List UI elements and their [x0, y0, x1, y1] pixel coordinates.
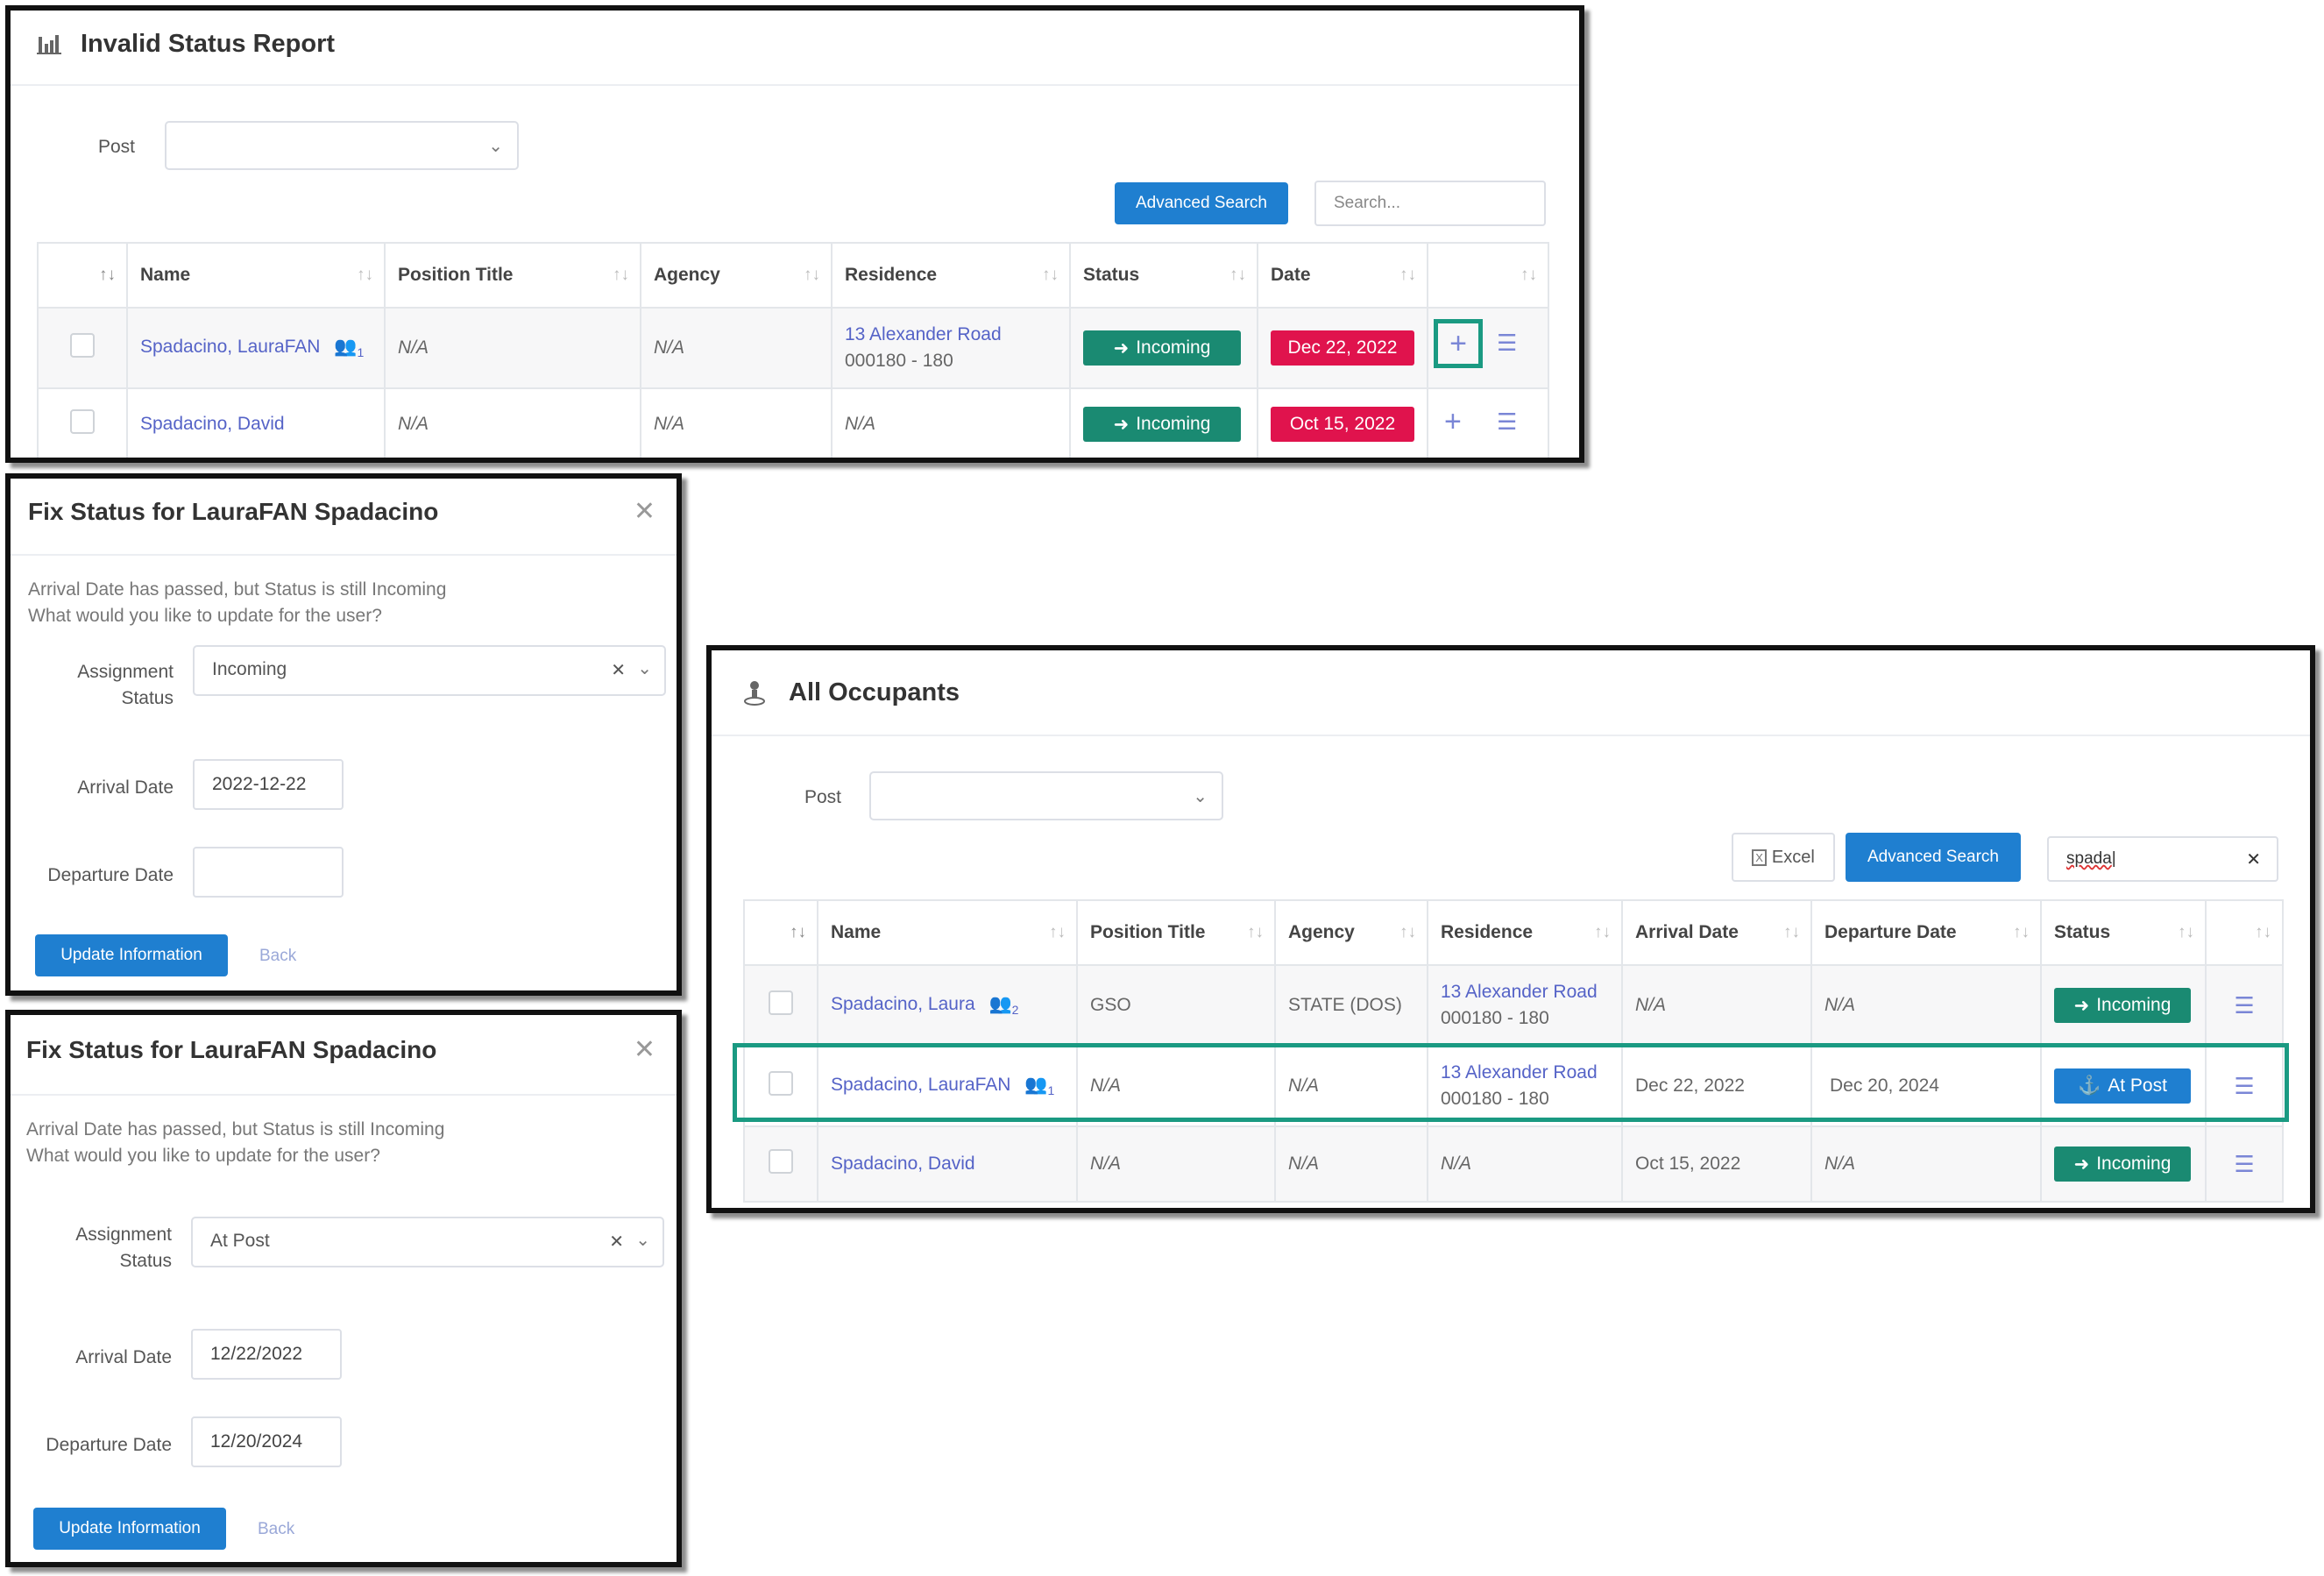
row-checkbox[interactable]: [769, 1149, 793, 1174]
advanced-search-button[interactable]: Advanced Search: [1115, 182, 1288, 224]
search-input[interactable]: spada | ✕: [2047, 836, 2278, 882]
close-icon[interactable]: ✕: [634, 1034, 655, 1065]
col-status[interactable]: Status ↑↓: [2040, 899, 2207, 966]
clear-icon[interactable]: ✕: [611, 659, 626, 681]
status-badge: ➜ Incoming: [1083, 407, 1241, 442]
status-badge: ➜ Incoming: [2054, 1147, 2191, 1182]
col-position-title[interactable]: Position Title ↑↓: [384, 242, 641, 309]
chevron-down-icon: ⌄: [637, 659, 652, 678]
status-badge: ➜ Incoming: [1083, 330, 1241, 366]
file-excel-icon: X: [1752, 848, 1767, 866]
invalid-status-report-panel: Invalid Status Report Post ⌄ Advanced Se…: [5, 5, 1584, 463]
sign-in-icon: ➜: [2073, 1154, 2090, 1175]
arrival-date-input[interactable]: 12/22/2022: [191, 1329, 342, 1380]
person-pin-icon: [743, 680, 766, 706]
occupant-name-link[interactable]: Spadacino, LauraFAN: [831, 1075, 1010, 1095]
family-icon: 👥: [334, 336, 358, 357]
list-icon[interactable]: ☰: [2234, 992, 2254, 1019]
clear-icon[interactable]: ✕: [609, 1231, 624, 1253]
assignment-status-select[interactable]: Incoming ✕ ⌄: [193, 645, 666, 696]
list-icon[interactable]: ☰: [2234, 1073, 2254, 1099]
residence-link[interactable]: 13 Alexander Road: [1441, 1062, 1598, 1083]
family-icon: 👥: [1024, 1074, 1048, 1095]
post-label: Post: [98, 137, 136, 157]
col-actions[interactable]: ↑↓: [2205, 899, 2284, 966]
row-checkbox[interactable]: [769, 990, 793, 1015]
date-badge: Dec 22, 2022: [1271, 330, 1414, 366]
status-badge: ⚓ At Post: [2054, 1068, 2191, 1104]
family-icon: 👥: [988, 993, 1012, 1014]
col-name[interactable]: Name ↑↓: [126, 242, 386, 309]
col-date[interactable]: Date ↑↓: [1257, 242, 1428, 309]
sign-in-icon: ➜: [1113, 414, 1130, 435]
clear-icon[interactable]: ✕: [2246, 848, 2261, 870]
table-row[interactable]: Spadacino, David N/A N/A N/A ➜ Incoming O…: [37, 387, 1549, 458]
update-information-button[interactable]: Update Information: [33, 1508, 226, 1550]
page-title: Invalid Status Report: [81, 30, 336, 58]
add-icon[interactable]: +: [1444, 405, 1462, 439]
col-arrival-date[interactable]: Arrival Date ↑↓: [1621, 899, 1812, 966]
col-actions[interactable]: ↑↓: [1427, 242, 1549, 309]
post-select[interactable]: ⌄: [165, 121, 519, 170]
back-link[interactable]: Back: [259, 947, 296, 966]
report-table: ↑↓ Name ↑↓ Position Title ↑↓ Agency ↑↓ Resi…: [37, 242, 1549, 458]
update-information-button[interactable]: Update Information: [35, 934, 228, 976]
departure-date-input[interactable]: [193, 847, 344, 898]
row-checkbox[interactable]: [70, 409, 95, 434]
excel-button[interactable]: X Excel: [1732, 833, 1835, 882]
date-badge: Oct 15, 2022: [1271, 407, 1414, 442]
col-position-title[interactable]: Position Title ↑↓: [1076, 899, 1276, 966]
arrival-date-input[interactable]: 2022-12-22: [193, 759, 344, 810]
occupant-name-link[interactable]: Spadacino, David: [140, 414, 285, 434]
col-residence[interactable]: Residence ↑↓: [1427, 899, 1623, 966]
row-checkbox[interactable]: [70, 333, 95, 358]
page-title: All Occupants: [789, 678, 960, 706]
add-icon[interactable]: +: [1434, 319, 1483, 368]
all-occupants-panel: All Occupants Post ⌄ X Excel Advanced Se…: [706, 645, 2315, 1213]
chevron-down-icon: ⌄: [635, 1231, 650, 1250]
fix-status-modal-2: Fix Status for LauraFAN Spadacino ✕ Arri…: [5, 1010, 682, 1567]
occupants-table: ↑↓ Name ↑↓ Position Title ↑↓ Agency ↑↓ Resi…: [743, 899, 2284, 1203]
list-icon[interactable]: ☰: [2234, 1151, 2254, 1177]
occupant-name-link[interactable]: Spadacino, LauraFAN: [140, 337, 320, 357]
post-select[interactable]: ⌄: [869, 771, 1223, 820]
advanced-search-button[interactable]: Advanced Search: [1846, 833, 2021, 882]
list-icon[interactable]: ☰: [1497, 330, 1517, 357]
row-checkbox[interactable]: [769, 1071, 793, 1096]
occupant-name-link[interactable]: Spadacino, Laura: [831, 994, 975, 1014]
col-select[interactable]: ↑↓: [37, 242, 128, 309]
table-row[interactable]: Spadacino, LauraFAN 👥1 N/A N/A 13 Alexan…: [37, 307, 1549, 389]
col-status[interactable]: Status ↑↓: [1069, 242, 1258, 309]
table-row[interactable]: Spadacino, Laura 👥2 GSO STATE (DOS) 13 A…: [743, 964, 2284, 1047]
residence-link[interactable]: 13 Alexander Road: [845, 324, 1002, 344]
bar-chart-icon: [37, 33, 63, 56]
modal-title: Fix Status for LauraFAN Spadacino: [28, 498, 439, 525]
chevron-down-icon: ⌄: [488, 137, 503, 156]
table-row-highlighted[interactable]: Spadacino, LauraFAN 👥1 N/A N/A 13 Alexan…: [743, 1045, 2284, 1127]
list-icon[interactable]: ☰: [1497, 408, 1517, 436]
fix-status-modal-1: Fix Status for LauraFAN Spadacino ✕ Arri…: [5, 473, 682, 996]
modal-title: Fix Status for LauraFAN Spadacino: [26, 1036, 437, 1063]
search-input[interactable]: Search...: [1314, 181, 1546, 226]
departure-date-input[interactable]: 12/20/2024: [191, 1416, 342, 1467]
post-label: Post: [804, 787, 842, 807]
sign-in-icon: ➜: [1113, 337, 1130, 359]
back-link[interactable]: Back: [258, 1520, 294, 1539]
col-residence[interactable]: Residence ↑↓: [831, 242, 1071, 309]
status-badge: ➜ Incoming: [2054, 988, 2191, 1023]
person-pin-icon: ⚓: [2078, 1076, 2101, 1096]
col-select[interactable]: ↑↓: [743, 899, 818, 966]
col-departure-date[interactable]: Departure Date ↑↓: [1810, 899, 2042, 966]
close-icon[interactable]: ✕: [634, 496, 655, 527]
sign-in-icon: ➜: [2073, 995, 2090, 1016]
residence-link[interactable]: 13 Alexander Road: [1441, 982, 1598, 1002]
col-name[interactable]: Name ↑↓: [817, 899, 1078, 966]
col-agency[interactable]: Agency ↑↓: [640, 242, 833, 309]
occupant-name-link[interactable]: Spadacino, David: [831, 1154, 975, 1174]
col-agency[interactable]: Agency ↑↓: [1274, 899, 1428, 966]
table-row[interactable]: Spadacino, David N/A N/A N/A Oct 15, 202…: [743, 1125, 2284, 1203]
assignment-status-select[interactable]: At Post ✕ ⌄: [191, 1217, 664, 1267]
chevron-down-icon: ⌄: [1193, 787, 1208, 806]
